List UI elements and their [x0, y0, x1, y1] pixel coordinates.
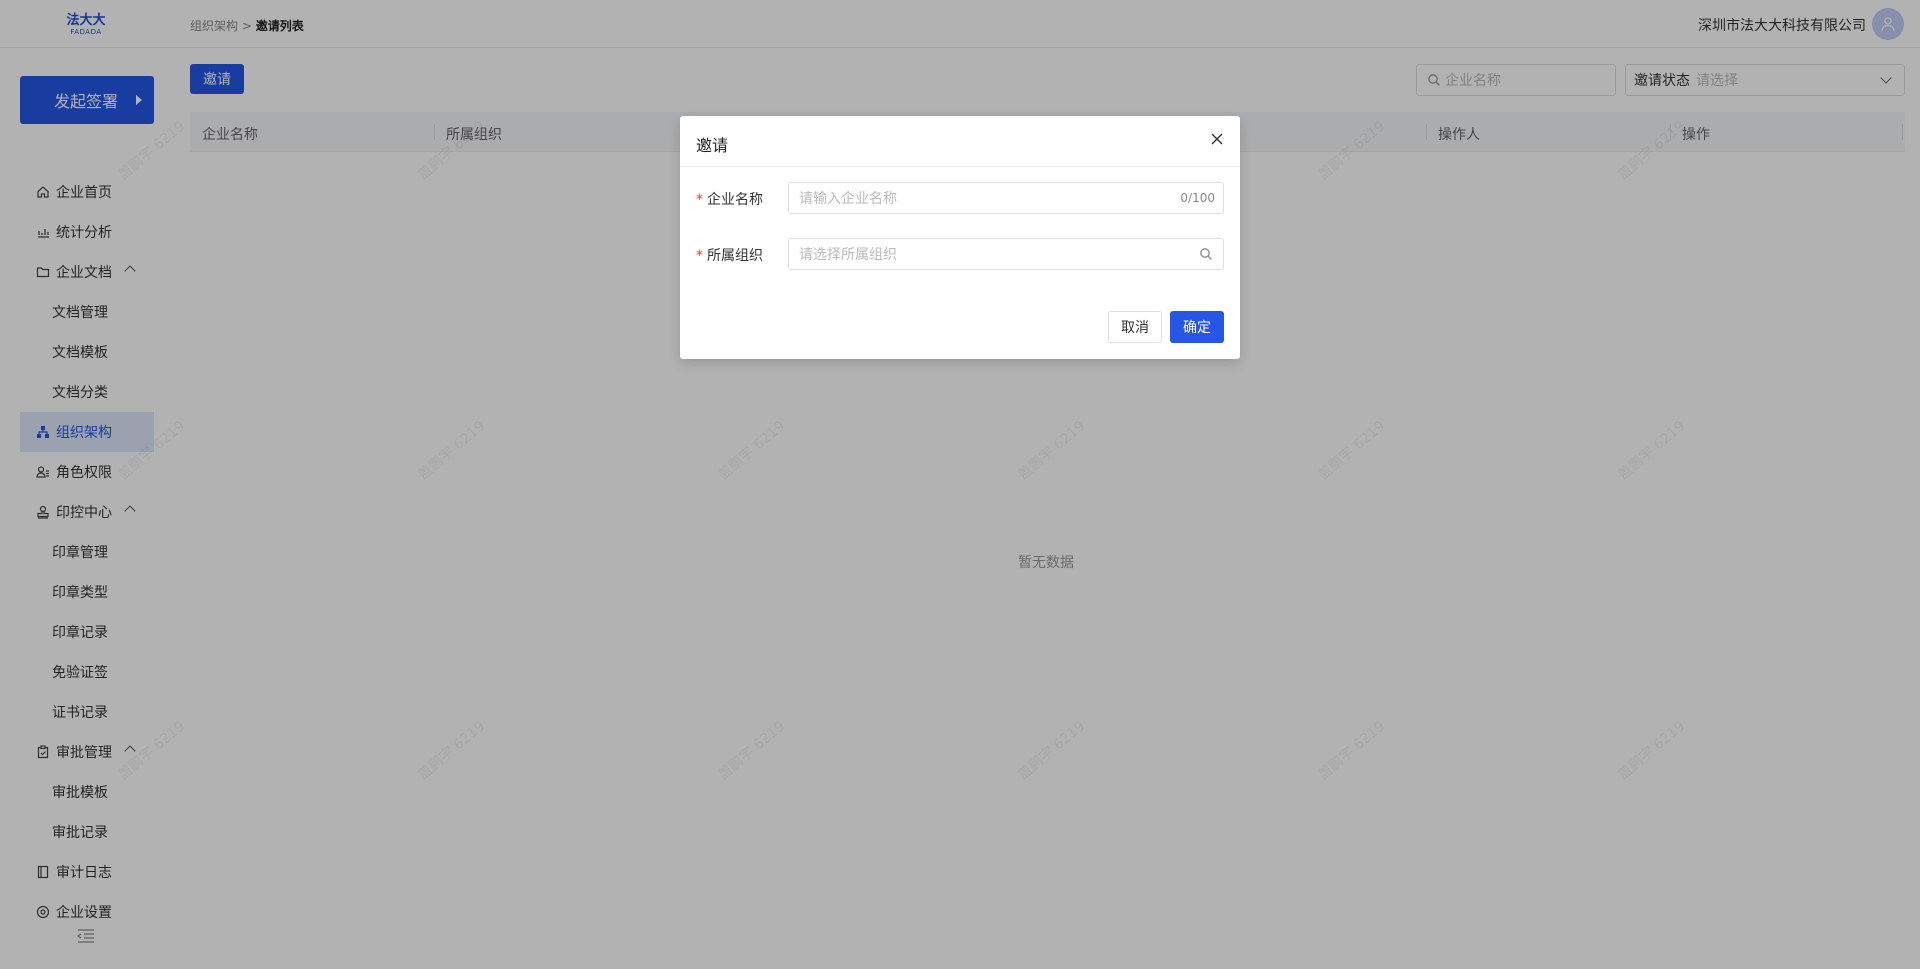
- dialog-title: 邀请: [696, 136, 729, 155]
- company-name-placeholder: 请输入企业名称: [799, 191, 897, 207]
- char-counter: 0/100: [1180, 191, 1215, 205]
- required-mark: *: [696, 248, 703, 264]
- invite-dialog: 邀请 * 企业名称 请输入企业名称 0/100 * 所属组织 请选择所属组织 取消 …: [680, 116, 1240, 359]
- org-select-input[interactable]: 请选择所属组织: [788, 238, 1224, 270]
- company-name-input[interactable]: 请输入企业名称 0/100: [788, 182, 1224, 214]
- org-label: * 所属组织: [696, 245, 763, 265]
- company-name-label: * 企业名称: [696, 189, 763, 209]
- org-placeholder: 请选择所属组织: [799, 247, 897, 263]
- company-name-label-text: 企业名称: [707, 192, 763, 208]
- dialog-divider: [680, 166, 1240, 167]
- required-mark: *: [696, 192, 703, 208]
- search-icon[interactable]: [1199, 247, 1213, 261]
- close-icon[interactable]: [1210, 132, 1224, 146]
- cancel-button[interactable]: 取消: [1108, 311, 1162, 343]
- org-label-text: 所属组织: [707, 248, 763, 264]
- confirm-button[interactable]: 确定: [1170, 311, 1224, 343]
